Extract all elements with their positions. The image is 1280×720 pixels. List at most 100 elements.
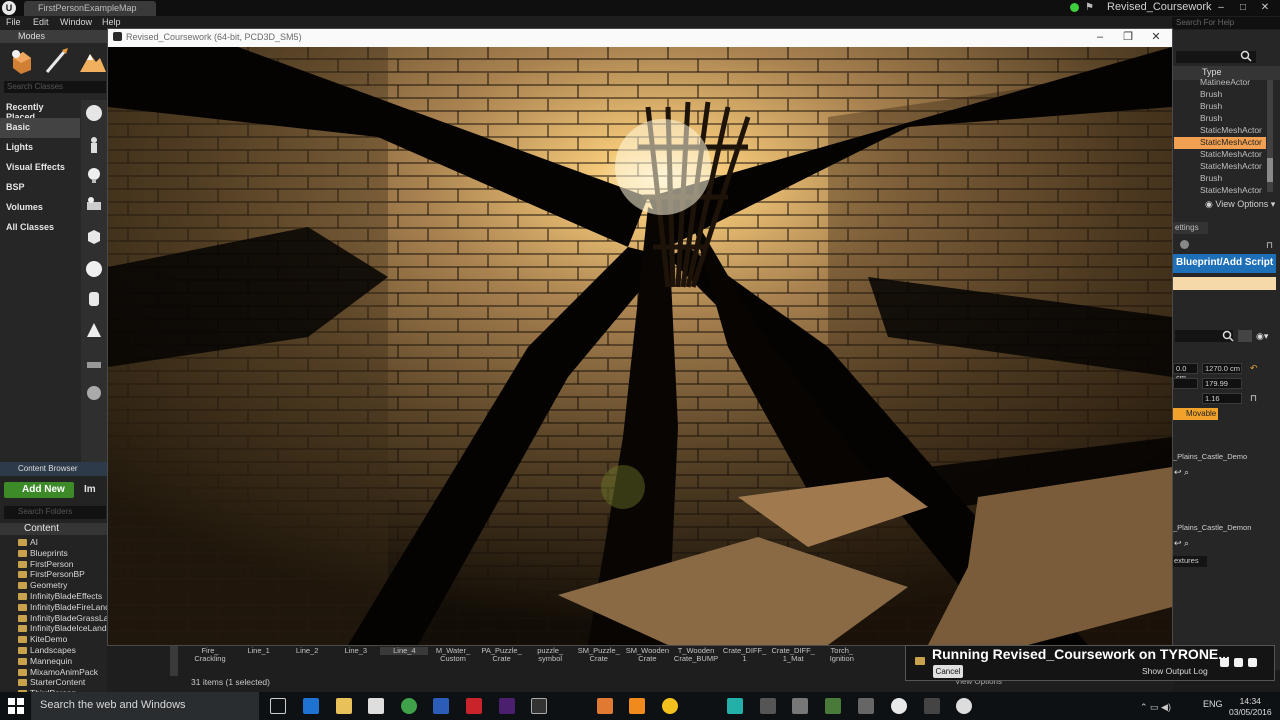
scale-z-field[interactable]: 1.16 bbox=[1202, 393, 1242, 404]
asset-tile[interactable]: Torch_ Ignition bbox=[818, 647, 866, 663]
mobility-movable-button[interactable]: Movable bbox=[1183, 408, 1218, 420]
material-browse-icon[interactable]: ↩ ⌕ bbox=[1174, 538, 1189, 549]
asset-tile[interactable]: SM_Puzzle_ Crate bbox=[575, 647, 623, 663]
menu-edit[interactable]: Edit bbox=[33, 17, 49, 27]
category-volumes[interactable]: Volumes bbox=[0, 198, 80, 218]
world-settings-tab[interactable]: ettings bbox=[1173, 222, 1208, 234]
empty-actor-icon[interactable] bbox=[85, 104, 103, 122]
modes-tab[interactable]: Modes bbox=[0, 30, 107, 43]
game-minimize-icon[interactable]: – bbox=[1086, 29, 1114, 47]
add-new-button[interactable]: Add New bbox=[4, 482, 74, 498]
asset-tile[interactable]: puzzle_ symbol bbox=[526, 647, 574, 663]
plane-icon[interactable] bbox=[85, 354, 103, 372]
asset-tile[interactable]: Fire_ Crackling bbox=[186, 647, 234, 663]
outliner-scroll-thumb[interactable] bbox=[1267, 158, 1273, 182]
close-icon[interactable]: ✕ bbox=[1254, 0, 1276, 16]
outliner-row[interactable]: StaticMeshActor bbox=[1174, 185, 1266, 197]
folder-item[interactable]: InfinityBladeFireLands bbox=[30, 602, 107, 612]
folder-item[interactable]: StarterContent bbox=[30, 677, 107, 687]
paint-mode-icon[interactable] bbox=[42, 46, 70, 76]
sphere-icon[interactable] bbox=[85, 260, 103, 278]
location-y-field[interactable]: 0.0 cm bbox=[1173, 363, 1198, 382]
teal-app-icon[interactable] bbox=[727, 698, 743, 714]
menu-window[interactable]: Window bbox=[60, 17, 92, 27]
folder-item[interactable]: FirstPersonBP bbox=[30, 569, 107, 579]
landscape-mode-icon[interactable] bbox=[78, 46, 106, 76]
sources-splitter[interactable] bbox=[170, 646, 178, 676]
folder-item[interactable]: MixamoAnimPack bbox=[30, 667, 107, 677]
folder-item[interactable]: InfinityBladeGrassLands bbox=[30, 613, 107, 623]
windows-start-icon[interactable] bbox=[8, 698, 24, 714]
category-visual-effects[interactable]: Visual Effects bbox=[0, 158, 80, 178]
notification-icon[interactable]: ⚑ bbox=[1085, 2, 1097, 14]
minimize-icon[interactable]: – bbox=[1210, 0, 1232, 16]
blueprint-add-script-button[interactable]: Blueprint/Add Script bbox=[1173, 254, 1276, 273]
content-browser-tab[interactable]: Content Browser bbox=[0, 462, 107, 476]
search-classes-input[interactable]: Search Classes bbox=[4, 81, 106, 93]
chrome-icon[interactable] bbox=[401, 698, 417, 714]
outliner-row[interactable]: StaticMeshActor bbox=[1174, 149, 1266, 161]
game-maximize-icon[interactable]: ❐ bbox=[1114, 29, 1142, 47]
asset-tile[interactable]: Line_4 bbox=[380, 647, 429, 655]
category-all-classes[interactable]: All Classes bbox=[0, 218, 80, 238]
folder-item[interactable]: AI bbox=[30, 537, 107, 547]
place-mode-icon[interactable] bbox=[7, 46, 35, 76]
cube-icon[interactable] bbox=[85, 228, 103, 246]
taskbar-clock[interactable]: 14:34 03/05/2016 bbox=[1229, 696, 1272, 718]
outliner-row[interactable]: StaticMeshActor bbox=[1174, 161, 1266, 173]
yellow-app-icon[interactable] bbox=[662, 698, 678, 714]
browse-icon[interactable]: ↩ ⌕ bbox=[1174, 467, 1189, 478]
category-basic[interactable]: Basic bbox=[0, 118, 80, 138]
cylinder-icon[interactable] bbox=[85, 290, 103, 308]
category-bsp[interactable]: BSP bbox=[0, 178, 80, 198]
unreal-game-taskbar-icon[interactable] bbox=[956, 698, 972, 714]
material-asset-ref[interactable]: _Plains_Castle_Demon bbox=[1173, 523, 1257, 532]
search-icon[interactable] bbox=[1240, 50, 1252, 62]
folder-item[interactable]: KiteDemo bbox=[30, 634, 107, 644]
asset-tile[interactable]: M_Water_ Custom bbox=[429, 647, 477, 663]
cone-icon[interactable] bbox=[85, 322, 103, 340]
category-lights[interactable]: Lights bbox=[0, 138, 80, 158]
outliner-row[interactable]: StaticMeshActor bbox=[1174, 137, 1266, 149]
mesh-asset-ref[interactable]: _Plains_Castle_Demo bbox=[1173, 452, 1257, 461]
app-icon-15[interactable] bbox=[858, 698, 874, 714]
folder-item[interactable]: Geometry bbox=[30, 580, 107, 590]
character-icon[interactable] bbox=[85, 136, 103, 154]
app-icon-13[interactable] bbox=[792, 698, 808, 714]
import-button[interactable]: Im bbox=[78, 482, 107, 498]
grid-view-icon[interactable] bbox=[1238, 330, 1252, 342]
folder-item[interactable]: FirstPerson bbox=[30, 559, 107, 569]
search-folders-input[interactable]: Search Folders bbox=[4, 506, 106, 519]
lock-scale-icon[interactable]: ⊓ bbox=[1250, 393, 1257, 404]
asset-tile[interactable]: Crate_DIFF_ 1_Mat bbox=[769, 647, 817, 663]
category-recently-placed[interactable]: Recently Placed bbox=[0, 98, 80, 122]
game-close-icon[interactable]: ✕ bbox=[1142, 29, 1170, 47]
folder-item[interactable]: InfinityBladeEffects bbox=[30, 591, 107, 601]
asset-tile[interactable]: SM_Wooden Crate bbox=[623, 647, 671, 663]
folder-item[interactable]: Blueprints bbox=[30, 548, 107, 558]
asset-tile[interactable]: Line_1 bbox=[235, 647, 283, 655]
details-eye-icon[interactable]: ◉▾ bbox=[1256, 331, 1268, 342]
show-output-log-link[interactable]: Show Output Log bbox=[1142, 666, 1208, 676]
task-view-icon[interactable] bbox=[270, 698, 286, 714]
search-help-input[interactable]: Search For Help bbox=[1172, 17, 1280, 29]
unreal-taskbar-icon[interactable] bbox=[891, 698, 907, 714]
app-icon-17[interactable] bbox=[924, 698, 940, 714]
rotation-y-field[interactable] bbox=[1173, 378, 1198, 389]
outliner-row[interactable]: MatineeActor bbox=[1174, 77, 1266, 89]
point-light-icon[interactable] bbox=[85, 166, 103, 184]
folder-item[interactable]: Landscapes bbox=[30, 645, 107, 655]
content-root-folder[interactable]: Content bbox=[0, 523, 107, 535]
maximize-icon[interactable]: □ bbox=[1232, 0, 1254, 16]
folder-item[interactable]: InfinityBladeIceLands bbox=[30, 623, 107, 633]
vlc-icon[interactable] bbox=[629, 698, 645, 714]
reset-location-icon[interactable]: ↶ bbox=[1250, 363, 1258, 374]
taskbar-search-input[interactable]: Search the web and Windows bbox=[31, 692, 259, 720]
player-start-icon[interactable] bbox=[85, 196, 103, 214]
edge-browser-icon[interactable] bbox=[303, 698, 319, 714]
outliner-view-options-button[interactable]: ◉ View Options ▾ bbox=[1205, 199, 1275, 210]
store-icon[interactable] bbox=[368, 698, 384, 714]
game-viewport-scene[interactable] bbox=[108, 47, 1172, 645]
flash-icon[interactable] bbox=[466, 698, 482, 714]
file-explorer-icon[interactable] bbox=[336, 698, 352, 714]
